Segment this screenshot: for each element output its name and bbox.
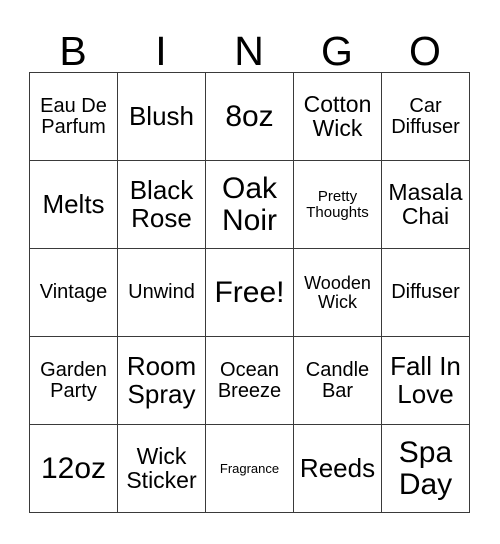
bingo-cell-g4[interactable]: Candle Bar [294, 337, 382, 425]
bingo-cell-label: Car Diffuser [391, 94, 460, 138]
bingo-cell-label: Diffuser [391, 281, 460, 304]
bingo-cell-b5[interactable]: 12oz [30, 425, 118, 513]
bingo-grid: Eau De Parfum Blush 8oz Cotton Wick Car … [29, 72, 470, 513]
bingo-cell-label: Room Spray [126, 351, 197, 409]
bingo-cell-o1[interactable]: Car Diffuser [382, 73, 470, 161]
bingo-cell-o4[interactable]: Fall In Love [382, 337, 470, 425]
bingo-cell-label: Oak Noir [221, 172, 278, 237]
bingo-cell-g5[interactable]: Reeds [294, 425, 382, 513]
bingo-cell-free-space[interactable]: Free! [206, 249, 294, 337]
bingo-cell-label: Wick Sticker [126, 442, 197, 493]
bingo-cell-n4[interactable]: Ocean Breeze [206, 337, 294, 425]
header-letter-b: B [59, 28, 87, 74]
bingo-cell-g3[interactable]: Wooden Wick [294, 249, 382, 337]
bingo-cell-o5[interactable]: Spa Day [382, 425, 470, 513]
bingo-cell-label: Unwind [128, 281, 195, 304]
bingo-cell-label: Ocean Breeze [217, 358, 282, 402]
bingo-cell-label: Reeds [299, 452, 376, 483]
bingo-cell-n5[interactable]: Fragrance [206, 425, 294, 513]
header-letter-g: G [321, 28, 353, 74]
bingo-header: B I N G O [29, 16, 469, 72]
bingo-cell-label: Vintage [39, 281, 108, 304]
bingo-cell-label: 12oz [40, 451, 107, 485]
bingo-cell-label: Blush [128, 100, 195, 131]
bingo-cell-label: Candle Bar [305, 358, 370, 402]
bingo-cell-label: Melts [42, 188, 105, 219]
bingo-cell-label: Eau De Parfum [40, 94, 107, 138]
bingo-cell-i3[interactable]: Unwind [118, 249, 206, 337]
bingo-cell-label: Black Rose [129, 175, 194, 233]
bingo-cell-label: Masala Chai [388, 178, 463, 229]
bingo-cell-o2[interactable]: Masala Chai [382, 161, 470, 249]
bingo-cell-o3[interactable]: Diffuser [382, 249, 470, 337]
bingo-cell-i4[interactable]: Room Spray [118, 337, 206, 425]
bingo-cell-b2[interactable]: Melts [30, 161, 118, 249]
header-letter-n: N [234, 28, 264, 74]
header-letter-o: O [409, 28, 441, 74]
bingo-cell-label: Spa Day [398, 436, 453, 501]
bingo-cell-label: Wooden Wick [304, 272, 371, 312]
bingo-cell-label: Cotton Wick [303, 90, 372, 141]
bingo-cell-b4[interactable]: Garden Party [30, 337, 118, 425]
bingo-cell-label: Pretty Thoughts [306, 187, 369, 221]
bingo-cell-b1[interactable]: Eau De Parfum [30, 73, 118, 161]
free-space-label: Free! [214, 275, 285, 309]
bingo-cell-n2[interactable]: Oak Noir [206, 161, 294, 249]
bingo-cell-i2[interactable]: Black Rose [118, 161, 206, 249]
header-letter-i: I [155, 28, 167, 74]
bingo-cell-label: Fall In Love [390, 351, 461, 409]
bingo-cell-b3[interactable]: Vintage [30, 249, 118, 337]
bingo-card: B I N G O Eau De Parfum Blush 8oz Cotton… [0, 0, 500, 544]
bingo-cell-g1[interactable]: Cotton Wick [294, 73, 382, 161]
bingo-cell-n1[interactable]: 8oz [206, 73, 294, 161]
bingo-cell-label: 8oz [225, 99, 274, 133]
bingo-cell-label: Garden Party [40, 358, 107, 402]
bingo-cell-i1[interactable]: Blush [118, 73, 206, 161]
bingo-cell-g2[interactable]: Pretty Thoughts [294, 161, 382, 249]
bingo-cell-label: Fragrance [219, 460, 280, 476]
bingo-cell-i5[interactable]: Wick Sticker [118, 425, 206, 513]
